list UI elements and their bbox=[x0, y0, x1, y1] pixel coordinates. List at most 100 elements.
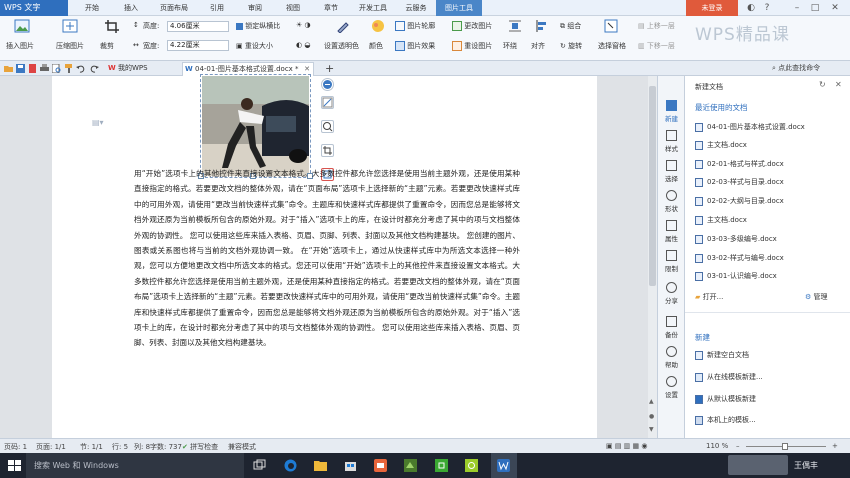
notification-thumbnail[interactable] bbox=[728, 455, 788, 475]
prev-page-icon[interactable]: ▲ bbox=[649, 398, 654, 405]
width-input[interactable]: 4.22厘米 bbox=[167, 40, 229, 51]
green-app-icon[interactable] bbox=[434, 458, 449, 473]
zoom-out-icon[interactable]: – bbox=[736, 442, 740, 450]
document-body-text[interactable]: 用“开始”选项卡上的其他控件来直接设置文本格式。大多数控件都允许您选择是使用当前… bbox=[134, 166, 520, 351]
scrollbar-thumb[interactable] bbox=[649, 86, 656, 286]
new-from-online-template[interactable]: 从在线模板新建... bbox=[695, 372, 763, 382]
rotate-object-button[interactable]: ↻ 旋转 bbox=[560, 41, 582, 51]
rail-select[interactable]: 选择 bbox=[658, 160, 685, 183]
change-picture-button[interactable]: 更改图片 bbox=[452, 21, 492, 31]
taskbar-search[interactable]: 搜索 Web 和 Windows bbox=[26, 453, 244, 478]
reset-picture-button[interactable]: 重设图片 bbox=[452, 41, 492, 51]
tab-home[interactable]: 开始 bbox=[72, 0, 112, 16]
pane-options-icon[interactable]: ↻ bbox=[819, 80, 826, 89]
tab-my-wps[interactable]: W 我的WPS bbox=[106, 62, 170, 76]
task-view-icon[interactable] bbox=[252, 458, 267, 473]
recent-doc-item[interactable]: 02-02-大纲与目录.docx bbox=[695, 196, 784, 206]
tab-references[interactable]: 引用 bbox=[198, 0, 236, 16]
app-menu-button[interactable]: WPS 文字 bbox=[0, 0, 68, 16]
rail-share[interactable]: 分享 bbox=[658, 282, 685, 305]
new-tab-button[interactable]: + bbox=[325, 62, 334, 75]
tab-cloud[interactable]: 云服务 bbox=[396, 0, 436, 16]
camtasia-icon[interactable] bbox=[403, 458, 418, 473]
vertical-scrollbar[interactable]: ▲ ● ▼ bbox=[648, 76, 657, 438]
set-transparent-button[interactable]: 设置透明色 bbox=[324, 41, 359, 51]
contrast-icon[interactable]: ◐ ◒ bbox=[296, 41, 310, 49]
file-explorer-icon[interactable] bbox=[313, 458, 328, 473]
next-page-icon[interactable]: ▼ bbox=[649, 426, 654, 433]
float-zoom-icon[interactable] bbox=[321, 120, 334, 133]
zoom-in-icon[interactable]: + bbox=[832, 442, 838, 450]
tab-page-layout[interactable]: 页面布局 bbox=[150, 0, 198, 16]
recent-doc-item[interactable]: 主文档.docx bbox=[695, 215, 747, 225]
pane-header[interactable]: 新建文档 bbox=[695, 82, 723, 92]
select-pane-button[interactable]: 选择窗格 bbox=[598, 41, 626, 51]
taskbar-user[interactable]: 王偶丰 bbox=[794, 460, 818, 471]
minimize-icon[interactable]: – bbox=[790, 1, 804, 15]
rail-restrict[interactable]: 限制 bbox=[658, 250, 685, 273]
rail-backup[interactable]: 备份 bbox=[658, 316, 685, 339]
open-folder-icon[interactable] bbox=[4, 64, 13, 73]
store-icon[interactable] bbox=[343, 458, 358, 473]
float-minus-icon[interactable] bbox=[321, 78, 334, 91]
local-templates[interactable]: 本机上的模板... bbox=[695, 415, 756, 425]
zoom-level[interactable]: 110 % bbox=[706, 442, 728, 450]
help-icon[interactable]: ? bbox=[760, 1, 774, 15]
rail-properties[interactable]: 属性 bbox=[658, 220, 685, 243]
close-icon[interactable]: ✕ bbox=[828, 1, 842, 15]
height-input[interactable]: 4.06厘米 bbox=[167, 21, 229, 32]
brightness-icon[interactable]: ☀ ◑ bbox=[296, 21, 311, 29]
open-button[interactable]: ▰ 打开... bbox=[695, 292, 723, 302]
recent-doc-item[interactable]: 02-01-格式与样式.docx bbox=[695, 159, 784, 169]
status-words[interactable]: 字数: 737 bbox=[150, 442, 182, 452]
rail-style[interactable]: 样式 bbox=[658, 130, 685, 153]
reset-size-button[interactable]: ▣ 重设大小 bbox=[236, 41, 273, 51]
new-blank-doc[interactable]: 新建空白文档 bbox=[695, 350, 749, 360]
login-button[interactable]: 未登录 bbox=[686, 0, 738, 16]
export-pdf-icon[interactable] bbox=[28, 64, 37, 73]
rail-help[interactable]: 帮助 bbox=[658, 346, 685, 369]
recent-doc-item[interactable]: 02-03-样式与目录.docx bbox=[695, 177, 784, 187]
rail-settings[interactable]: 设置 bbox=[658, 376, 685, 399]
insert-picture-button[interactable]: 插入图片 bbox=[6, 41, 34, 51]
maximize-icon[interactable]: □ bbox=[808, 1, 822, 15]
select-browse-icon[interactable]: ● bbox=[649, 413, 654, 420]
spellcheck-toggle[interactable]: ✔ 拼写检查 bbox=[182, 442, 218, 452]
tab-developer[interactable]: 开发工具 bbox=[350, 0, 396, 16]
send-backward-button[interactable]: ▥ 下移一层 bbox=[638, 41, 675, 51]
float-layout-icon[interactable] bbox=[321, 96, 334, 109]
print-preview-icon[interactable] bbox=[52, 64, 61, 73]
wps-writer-icon[interactable] bbox=[496, 458, 511, 473]
color-button[interactable]: 颜色 bbox=[369, 41, 383, 51]
skin-icon[interactable]: ◐ bbox=[744, 1, 758, 15]
lime-app-icon[interactable] bbox=[464, 458, 479, 473]
recent-doc-item[interactable]: 03-01-认识编号.docx bbox=[695, 271, 777, 281]
tab-section[interactable]: 章节 bbox=[312, 0, 350, 16]
print-icon[interactable] bbox=[40, 64, 49, 73]
command-search[interactable]: ⌕ 点此查找命令 bbox=[772, 63, 820, 73]
float-crop-icon[interactable] bbox=[321, 144, 334, 157]
lock-ratio-checkbox[interactable]: 锁定纵横比 bbox=[236, 21, 280, 31]
manage-button[interactable]: ⚙ 管理 bbox=[805, 292, 828, 302]
redo-icon[interactable] bbox=[90, 64, 99, 73]
recent-doc-item[interactable]: 主文档.docx bbox=[695, 140, 747, 150]
picture-outline-button[interactable]: 图片轮廓 bbox=[395, 21, 435, 31]
tab-picture-tools[interactable]: 图片工具 bbox=[436, 0, 482, 16]
bring-forward-button[interactable]: ▤ 上移一层 bbox=[638, 21, 675, 31]
group-button[interactable]: ⧉ 组合 bbox=[560, 21, 581, 31]
pane-close-icon[interactable]: ✕ bbox=[835, 80, 842, 89]
view-mode-icons[interactable]: ▣ ▤ ▥ ▦ ◉ bbox=[606, 442, 647, 450]
windows-start-icon[interactable] bbox=[7, 458, 22, 473]
rail-shape[interactable]: 形状 bbox=[658, 190, 685, 213]
align-button[interactable]: 对齐 bbox=[531, 41, 545, 51]
recent-doc-item[interactable]: 04-01-图片基本格式设置.docx bbox=[695, 122, 805, 132]
undo-icon[interactable] bbox=[76, 64, 85, 73]
tab-insert[interactable]: 插入 bbox=[112, 0, 150, 16]
crop-button[interactable]: 裁剪 bbox=[100, 41, 114, 51]
save-icon[interactable] bbox=[16, 64, 25, 73]
compress-picture-button[interactable]: 压缩图片 bbox=[56, 41, 84, 51]
wrap-button[interactable]: 环绕 bbox=[503, 41, 517, 51]
edge-browser-icon[interactable] bbox=[283, 458, 298, 473]
new-from-default-template[interactable]: 从默认模板新建 bbox=[695, 394, 756, 404]
recent-doc-item[interactable]: 03-03-多级编号.docx bbox=[695, 234, 777, 244]
